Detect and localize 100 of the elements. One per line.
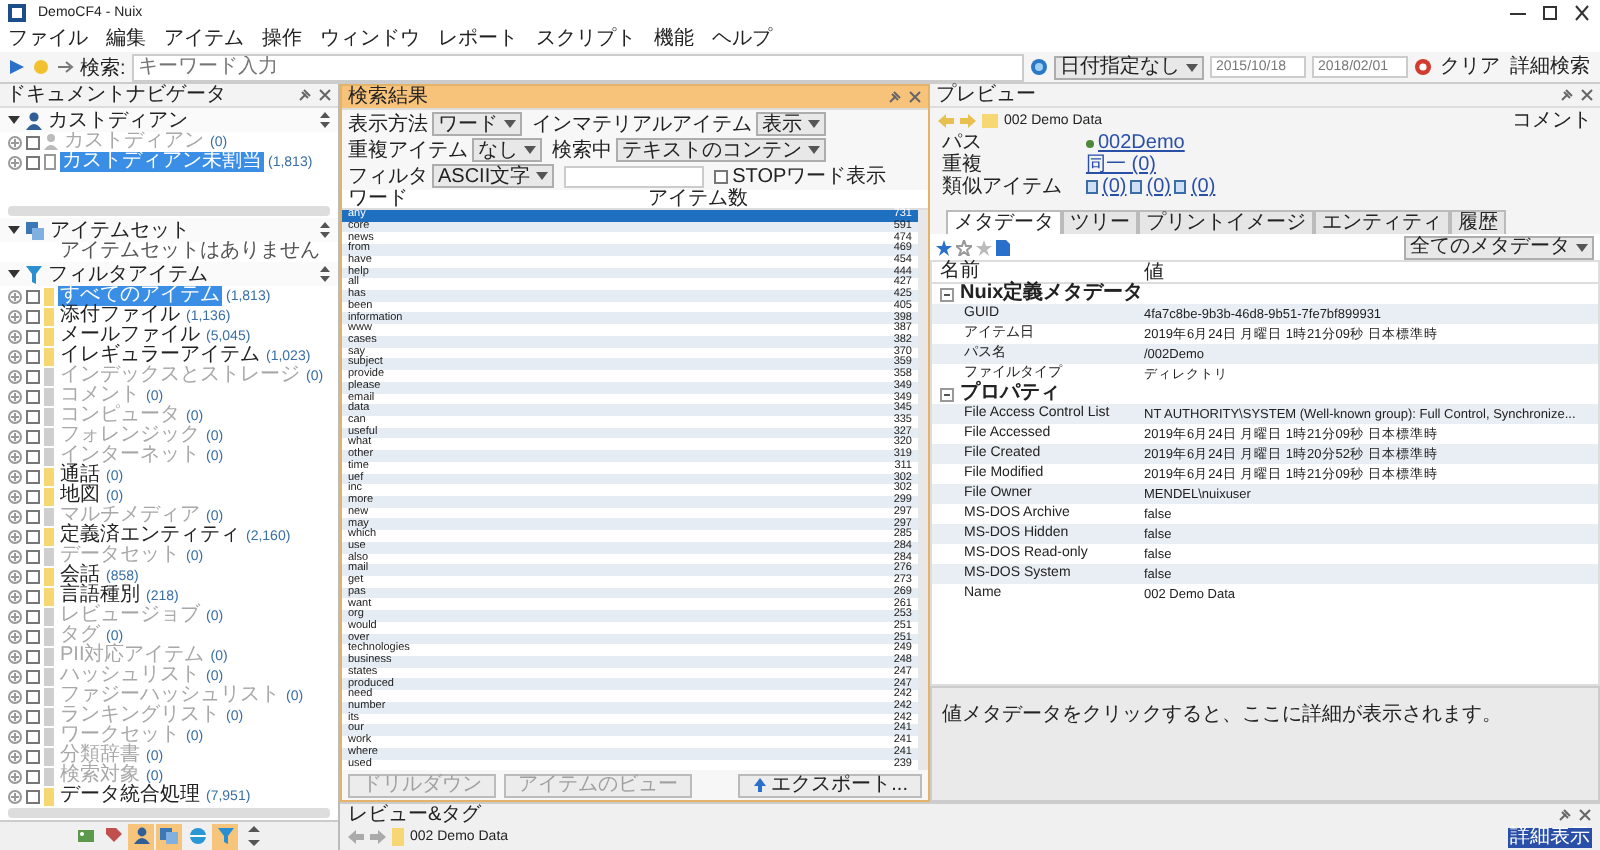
expand-icon[interactable] — [8, 729, 22, 743]
expand-icon[interactable] — [8, 769, 22, 783]
expand-icon[interactable] — [8, 329, 22, 343]
pin-icon[interactable] — [298, 88, 312, 102]
menu-item[interactable]: 編集 — [106, 27, 146, 51]
collapse-icon[interactable] — [8, 114, 20, 126]
menu-item[interactable]: ウィンドウ — [320, 27, 420, 51]
expand-icon[interactable] — [8, 449, 22, 463]
dropdown[interactable]: ASCII文字 — [432, 164, 555, 188]
expand-icon[interactable] — [8, 349, 22, 363]
checkbox[interactable] — [26, 349, 40, 363]
sort-icon[interactable] — [320, 266, 330, 282]
column-header[interactable]: 名前 — [932, 262, 1144, 282]
duplicate-link[interactable]: 同一 (0) — [1086, 154, 1156, 176]
tab[interactable]: メタデータ — [946, 210, 1062, 234]
expand-icon[interactable] — [8, 469, 22, 483]
tree-item[interactable]: 言語種別 — [58, 586, 142, 606]
expand-icon[interactable] — [8, 689, 22, 703]
menu-item[interactable]: ヘルプ — [712, 27, 772, 51]
expand-icon[interactable] — [8, 155, 22, 169]
checkbox[interactable] — [26, 569, 40, 583]
expand-icon[interactable] — [8, 629, 22, 643]
expand-icon[interactable] — [8, 409, 22, 423]
checkbox[interactable] — [26, 589, 40, 603]
menu-item[interactable]: 機能 — [654, 27, 694, 51]
expand-icon[interactable] — [8, 749, 22, 763]
expand-icon[interactable] — [8, 549, 22, 563]
menu-item[interactable]: スクリプト — [536, 27, 636, 51]
play-icon[interactable] — [8, 58, 26, 76]
filter-icon[interactable] — [212, 823, 238, 849]
column-header[interactable]: ワード — [348, 189, 648, 209]
expand-icon[interactable] — [8, 609, 22, 623]
sort-icon[interactable] — [320, 222, 330, 238]
checkbox[interactable] — [26, 289, 40, 303]
checkbox[interactable] — [26, 489, 40, 503]
export-button[interactable]: エクスポート... — [737, 773, 922, 797]
scrollbar[interactable] — [8, 808, 330, 818]
tree-item[interactable]: 通話 — [58, 466, 102, 486]
pin-icon[interactable] — [1560, 88, 1574, 102]
arrow-icon[interactable] — [56, 58, 74, 76]
details-link[interactable]: 詳細表示 — [1508, 827, 1592, 847]
comment-link[interactable]: コメント — [1512, 109, 1592, 131]
input-field[interactable] — [564, 165, 705, 187]
tab[interactable]: エンティティ — [1314, 210, 1450, 234]
sort-icon[interactable] — [320, 112, 330, 128]
column-header[interactable]: アイテム数 — [648, 189, 748, 209]
tab[interactable]: プリントイメージ — [1138, 210, 1314, 234]
tree-item[interactable]: 地図 — [58, 486, 102, 506]
checkbox[interactable] — [26, 469, 40, 483]
similar-link[interactable]: (0) — [1146, 176, 1171, 198]
advanced-search-button[interactable]: 詳細検索 — [1508, 55, 1592, 79]
tree-item[interactable]: イレギュラーアイテム — [58, 346, 262, 366]
expand-icon[interactable] — [8, 709, 22, 723]
dropdown[interactable]: ワード — [432, 112, 522, 136]
tab[interactable]: 履歴 — [1450, 210, 1506, 234]
expand-icon[interactable] — [8, 289, 22, 303]
document-icon[interactable] — [996, 239, 1010, 255]
scrollbar[interactable] — [8, 206, 330, 216]
checkbox[interactable] — [26, 529, 40, 543]
similar-link[interactable]: (0) — [1102, 176, 1127, 198]
tab[interactable]: ツリー — [1062, 210, 1138, 234]
checkbox[interactable] — [26, 789, 40, 803]
item-sets-icon[interactable] — [156, 823, 182, 849]
checkbox[interactable] — [26, 309, 40, 323]
expand-icon[interactable] — [8, 669, 22, 683]
similar-link[interactable]: (0) — [1190, 176, 1216, 198]
menu-item[interactable]: レポート — [438, 27, 518, 51]
expand-icon[interactable] — [8, 389, 22, 403]
tree-item[interactable]: 添付ファイル — [58, 306, 182, 326]
dropdown[interactable]: なし — [472, 138, 542, 162]
tree-item[interactable]: メールファイル — [58, 326, 202, 346]
scrollbar[interactable] — [918, 210, 928, 770]
checkbox[interactable] — [26, 329, 40, 343]
expand-icon[interactable] — [8, 509, 22, 523]
tree-item[interactable]: 定義済エンティティ — [58, 526, 242, 546]
expand-icon[interactable] — [8, 649, 22, 663]
expand-icon[interactable] — [8, 429, 22, 443]
tree-item[interactable]: 会話 — [58, 566, 102, 586]
path-link[interactable]: 002Demo — [1098, 132, 1185, 154]
expand-icon[interactable] — [8, 489, 22, 503]
metadata-dropdown[interactable]: 全てのメタデータ — [1404, 235, 1594, 259]
person-icon[interactable] — [128, 823, 154, 849]
menu-item[interactable]: 操作 — [262, 27, 302, 51]
column-header[interactable]: 値 — [1144, 263, 1598, 281]
checkbox[interactable] — [714, 169, 729, 183]
collapse-icon[interactable] — [8, 224, 20, 236]
pin-icon[interactable] — [1558, 808, 1572, 822]
expand-icon[interactable] — [8, 589, 22, 603]
clear-icon[interactable] — [1414, 58, 1432, 76]
menu-item[interactable]: ファイル — [8, 27, 88, 51]
globe-icon[interactable] — [1030, 58, 1048, 76]
search-field[interactable]: キーワード入力 — [131, 53, 1024, 81]
expand-icon[interactable] — [8, 789, 22, 803]
globe-icon[interactable] — [184, 823, 210, 849]
collapse-icon[interactable] — [8, 268, 20, 280]
collapse-icon[interactable] — [940, 287, 954, 301]
expand-icon[interactable] — [8, 135, 22, 149]
expand-icon[interactable] — [8, 369, 22, 383]
dropdown[interactable]: 表示 — [756, 112, 826, 136]
menu-item[interactable]: アイテム — [164, 27, 244, 51]
